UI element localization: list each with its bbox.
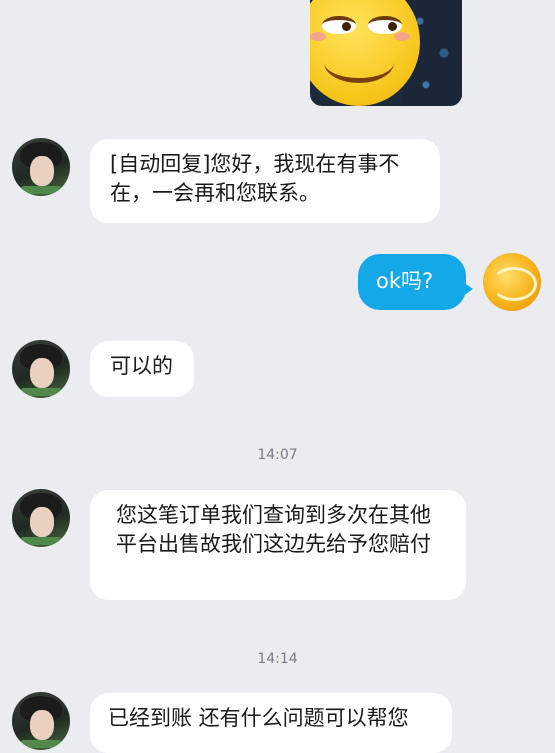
contact-avatar[interactable] bbox=[12, 138, 70, 196]
timestamp: 14:14 bbox=[257, 651, 298, 667]
message-text: 已经到账 还有什么问题可以帮您 bbox=[108, 706, 409, 730]
message-text: 可以的 bbox=[110, 354, 173, 378]
contact-avatar[interactable] bbox=[12, 340, 70, 398]
message-text: [自动回复]您好，我现在有事不在，一会再和您联系。 bbox=[110, 152, 400, 205]
received-message-bubble[interactable]: [自动回复]您好，我现在有事不在，一会再和您联系。 bbox=[90, 139, 440, 223]
message-text: 您这笔订单我们查询到多次在其他平台出售故我们这边先给予您赔付 bbox=[116, 503, 431, 556]
contact-avatar[interactable] bbox=[12, 489, 70, 547]
message-text: ok吗? bbox=[376, 269, 434, 293]
timestamp: 14:07 bbox=[257, 447, 298, 463]
user-avatar[interactable] bbox=[483, 253, 541, 311]
sent-message-bubble[interactable]: ok吗? bbox=[358, 254, 473, 310]
received-message-bubble[interactable]: 您这笔订单我们查询到多次在其他平台出售故我们这边先给予您赔付 bbox=[90, 490, 466, 600]
received-message-bubble[interactable]: 可以的 bbox=[90, 341, 194, 397]
received-message-bubble[interactable]: 已经到账 还有什么问题可以帮您 bbox=[90, 693, 452, 753]
smiley-sticker-image[interactable] bbox=[310, 0, 462, 106]
contact-avatar[interactable] bbox=[12, 692, 70, 750]
